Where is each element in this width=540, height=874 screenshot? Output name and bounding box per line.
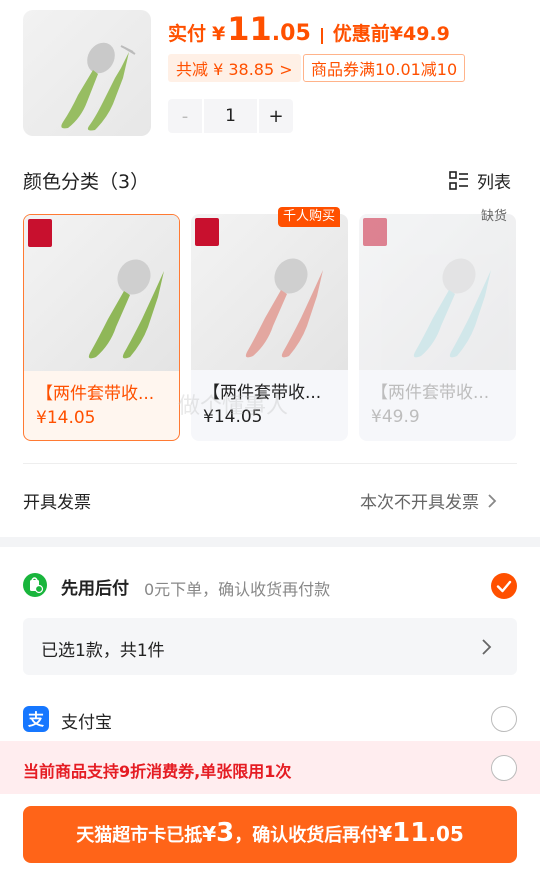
coupon-notice-text: 当前商品支持9折消费券,单张限用1次 [23,762,292,781]
decrease-button[interactable]: - [168,106,202,127]
alipay-label: 支付宝 [61,713,112,733]
price-label: 实付 [168,23,207,45]
price-currency: ¥ [212,23,226,45]
checkmark-icon [496,580,512,593]
confirm-pay-button[interactable]: 天猫超市卡已抵 ¥ 3 ，确认收货后再付 ¥ 11 .05 [23,806,517,863]
variant-name: 【两件套带收... [371,383,490,403]
coupon-tag: 商品券满10.01减10 [303,54,466,82]
section-gap [0,537,540,547]
svg-text:支: 支 [27,710,45,729]
discount-detail-tag[interactable]: 共减 ¥ 38.85 > [168,54,301,82]
variant-card-green[interactable]: 【两件套带收... ¥14.05 [23,214,180,441]
quantity-stepper: - 1 + [168,99,293,133]
product-thumbnail [23,10,151,136]
pay-later-check[interactable] [491,573,517,599]
divider [23,463,517,464]
cta-total-int: 11 [392,818,429,848]
brand-logo-icon [363,218,387,246]
cta-currency2: ¥ [378,822,393,846]
pay-later-icon [23,573,47,597]
price-separator [320,28,323,44]
chevron-right-icon [480,638,492,660]
alipay-radio[interactable] [491,706,517,732]
pay-later-description: 0元下单，确认收货再付款 [144,580,331,599]
variant-price: ¥49.9 [371,407,420,427]
quantity-value[interactable]: 1 [202,99,259,133]
invoice-label: 开具发票 [23,493,91,513]
coupon-radio[interactable] [491,755,517,781]
variant-section-title: 颜色分类（3） [23,171,150,193]
cta-part1: 天猫超市卡已抵 [76,825,203,846]
watermark: 做个懂事人 [178,394,289,419]
pay-later-title: 先用后付 [61,579,129,599]
price-decimal: .05 [271,21,311,46]
selected-summary: 已选1款，共1件 [41,641,165,661]
original-price-label: 优惠前 [332,23,390,45]
invoice-value: 本次不开具发票 [360,493,479,513]
chevron-right-icon [488,493,497,508]
cta-total-dec: .05 [428,822,464,846]
brand-logo-icon [28,219,52,247]
original-price: ¥49.9 [389,23,450,45]
price-line: 实付 ¥ 11 .05 优惠前 ¥49.9 [168,10,450,54]
increase-button[interactable]: + [259,106,293,127]
list-toggle-label: 列表 [477,173,511,193]
price-integer: 11 [227,10,272,48]
list-icon [449,170,468,190]
sold-out-badge: 缺货 [481,209,508,224]
cta-currency: ¥ [202,822,217,846]
cta-part2: ，确认收货后再付 [234,825,379,846]
cta-amount: 3 [216,818,235,848]
invoice-option[interactable]: 本次不开具发票 [360,488,497,513]
brand-logo-icon [195,218,219,246]
list-view-toggle[interactable]: 列表 [449,168,511,193]
alipay-icon: 支 [23,706,49,732]
variant-name: 【两件套带收... [36,384,155,404]
variant-price: ¥14.05 [36,408,96,428]
popular-badge: 千人购买 [278,207,341,227]
variant-card-blue[interactable]: 【两件套带收... ¥49.9 [359,214,516,441]
